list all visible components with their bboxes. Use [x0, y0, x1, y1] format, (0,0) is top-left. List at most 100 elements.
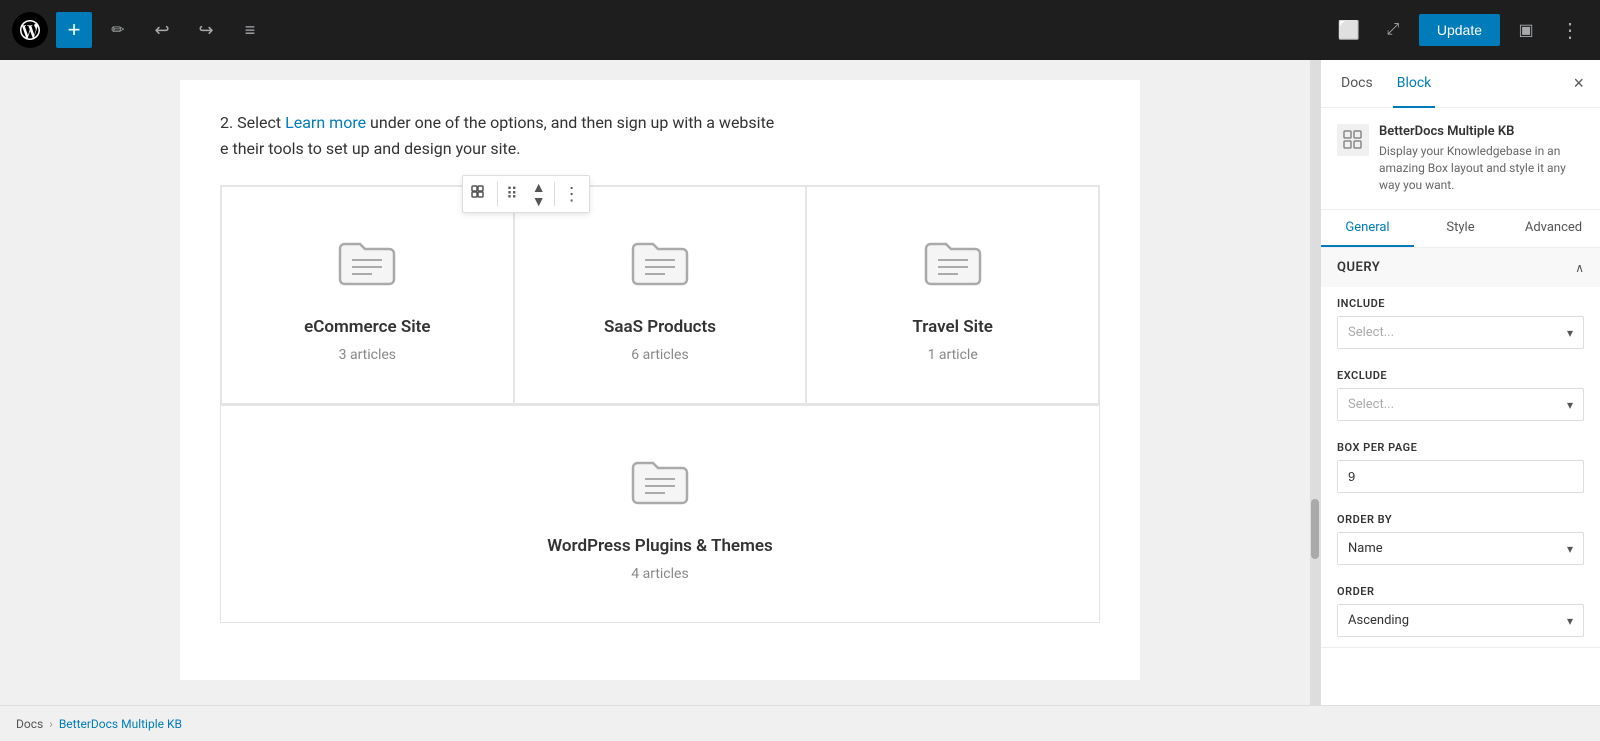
sidebar-subtab-general[interactable]: General [1321, 210, 1414, 247]
box-per-page-field: BOX PER PAGE [1321, 431, 1600, 503]
order-by-label: ORDER BY [1337, 513, 1584, 526]
exclude-select[interactable]: Select... ▾ [1337, 388, 1584, 421]
pencil-icon: ✏ [111, 20, 124, 40]
update-button[interactable]: Update [1419, 14, 1500, 46]
breadcrumb-docs[interactable]: Docs [16, 717, 43, 731]
block-options-button[interactable]: ⋮ [555, 176, 589, 212]
editor-content: ⠿ ▲▼ ⋮ 2. Select Learn more under one of… [180, 80, 1140, 680]
order-select-value: Ascending [1348, 613, 1409, 628]
editor-scrollbar-track[interactable] [1310, 60, 1320, 705]
add-block-button[interactable]: + [56, 12, 92, 48]
include-select-value: Select... [1348, 325, 1394, 340]
kb-card-title-ecommerce: eCommerce Site [304, 317, 430, 337]
right-sidebar: Docs Block × BetterDocs Multiple KB Disp… [1320, 60, 1600, 705]
editor-area[interactable]: ⠿ ▲▼ ⋮ 2. Select Learn more under one of… [0, 60, 1320, 705]
kb-card-saas[interactable]: SaaS Products 6 articles [514, 186, 807, 404]
arrows-updown-icon: ▲▼ [532, 180, 546, 208]
query-section: Query ∧ INCLUDE Select... ▾ EXCLUDE Sele… [1321, 248, 1600, 648]
order-by-field: ORDER BY Name ▾ [1321, 503, 1600, 575]
order-by-select-value: Name [1348, 541, 1383, 556]
kb-card-travel[interactable]: Travel Site 1 article [806, 186, 1099, 404]
query-section-header[interactable]: Query ∧ [1321, 248, 1600, 287]
kb-card-count-ecommerce: 3 articles [339, 347, 396, 363]
sidebar-header: Docs Block × [1321, 60, 1600, 108]
undo-button[interactable]: ↩ [144, 12, 180, 48]
box-per-page-input[interactable] [1337, 460, 1584, 493]
query-section-title: Query [1337, 260, 1380, 275]
order-select[interactable]: Ascending ▾ [1337, 604, 1584, 637]
learn-more-link[interactable]: Learn more [285, 113, 366, 132]
sidebar-subtabs: General Style Advanced [1321, 210, 1600, 248]
sidebar-tab-block[interactable]: Block [1393, 60, 1436, 108]
plugin-info: BetterDocs Multiple KB Display your Know… [1321, 108, 1600, 210]
drag-handle-button[interactable]: ⠿ [498, 176, 524, 212]
kb-card-title-saas: SaaS Products [604, 317, 716, 337]
include-label: INCLUDE [1337, 297, 1584, 310]
kb-cards-grid: eCommerce Site 3 articles SaaS Products … [220, 185, 1100, 405]
sidebar-toggle-icon: ▣ [1518, 20, 1533, 40]
kb-folder-icon-saas [625, 227, 695, 301]
editor-text-line2: e their tools to set up and design your … [220, 139, 520, 158]
kb-card-count-saas: 6 articles [631, 347, 688, 363]
order-by-select[interactable]: Name ▾ [1337, 532, 1584, 565]
kb-card-title-wordpress: WordPress Plugins & Themes [547, 536, 773, 556]
list-view-button[interactable]: ≡ [232, 12, 268, 48]
exclude-field: EXCLUDE Select... ▾ [1321, 359, 1600, 431]
chevron-up-icon: ∧ [1575, 261, 1584, 275]
undo-icon: ↩ [154, 20, 169, 41]
kb-card-wordpress[interactable]: WordPress Plugins & Themes 4 articles [221, 405, 1099, 622]
editor-paragraph: 2. Select Learn more under one of the op… [220, 110, 1100, 161]
monitor-icon: ⬜ [1338, 20, 1360, 41]
include-field: INCLUDE Select... ▾ [1321, 287, 1600, 359]
drag-icon: ⠿ [506, 184, 516, 204]
kb-folder-icon-ecommerce [332, 227, 402, 301]
grid-icon [471, 185, 489, 203]
preview-button[interactable]: ⤢ [1375, 12, 1411, 48]
order-select-arrow-icon: ▾ [1567, 614, 1573, 628]
sidebar-close-button[interactable]: × [1573, 73, 1584, 94]
vertical-dots-icon: ⋮ [563, 184, 581, 205]
plus-icon: + [68, 17, 81, 43]
text-before-link: 2. Select [220, 113, 285, 132]
plugin-icon [1337, 124, 1369, 156]
editor-scrollbar-thumb [1311, 499, 1319, 559]
kb-card-title-travel: Travel Site [912, 317, 993, 337]
breadcrumb-betterdocs[interactable]: BetterDocs Multiple KB [59, 717, 182, 731]
kb-cards-bottom-row: WordPress Plugins & Themes 4 articles [220, 405, 1100, 623]
plugin-grid-icon [1343, 130, 1363, 150]
move-up-down-button[interactable]: ▲▼ [524, 176, 554, 212]
order-label: ORDER [1337, 585, 1584, 598]
box-per-page-label: BOX PER PAGE [1337, 441, 1584, 454]
exclude-select-value: Select... [1348, 397, 1394, 412]
external-link-icon: ⤢ [1386, 21, 1399, 39]
main-area: ⠿ ▲▼ ⋮ 2. Select Learn more under one of… [0, 60, 1600, 705]
plugin-desc: Display your Knowledgebase in an amazing… [1379, 143, 1584, 193]
plugin-info-text: BetterDocs Multiple KB Display your Know… [1379, 124, 1584, 193]
order-by-select-arrow-icon: ▾ [1567, 542, 1573, 556]
block-toolbar: ⠿ ▲▼ ⋮ [462, 175, 590, 213]
kb-folder-icon-travel [918, 227, 988, 301]
redo-button[interactable]: ↪ [188, 12, 224, 48]
kb-folder-icon-wordpress [625, 446, 695, 520]
include-select[interactable]: Select... ▾ [1337, 316, 1584, 349]
include-select-arrow-icon: ▾ [1567, 326, 1573, 340]
sidebar-subtab-style[interactable]: Style [1414, 210, 1507, 247]
kebab-icon: ⋮ [1560, 18, 1580, 43]
block-type-button[interactable] [463, 176, 497, 212]
bottom-bar: Docs › BetterDocs Multiple KB [0, 705, 1600, 741]
options-button[interactable]: ⋮ [1552, 12, 1588, 48]
exclude-select-arrow-icon: ▾ [1567, 398, 1573, 412]
kb-card-ecommerce[interactable]: eCommerce Site 3 articles [221, 186, 514, 404]
monitor-view-button[interactable]: ⬜ [1331, 12, 1367, 48]
wp-logo-icon [20, 20, 40, 40]
toolbar-right: ⬜ ⤢ Update ▣ ⋮ [1331, 12, 1588, 48]
sidebar-tab-docs[interactable]: Docs [1337, 60, 1377, 108]
tools-button[interactable]: ✏ [100, 12, 136, 48]
text-after-link: under one of the options, and then sign … [366, 113, 774, 132]
sidebar-subtab-advanced[interactable]: Advanced [1507, 210, 1600, 247]
wp-logo [12, 12, 48, 48]
redo-icon: ↪ [198, 20, 213, 41]
settings-sidebar-button[interactable]: ▣ [1508, 12, 1544, 48]
exclude-label: EXCLUDE [1337, 369, 1584, 382]
kb-card-count-travel: 1 article [928, 347, 978, 363]
